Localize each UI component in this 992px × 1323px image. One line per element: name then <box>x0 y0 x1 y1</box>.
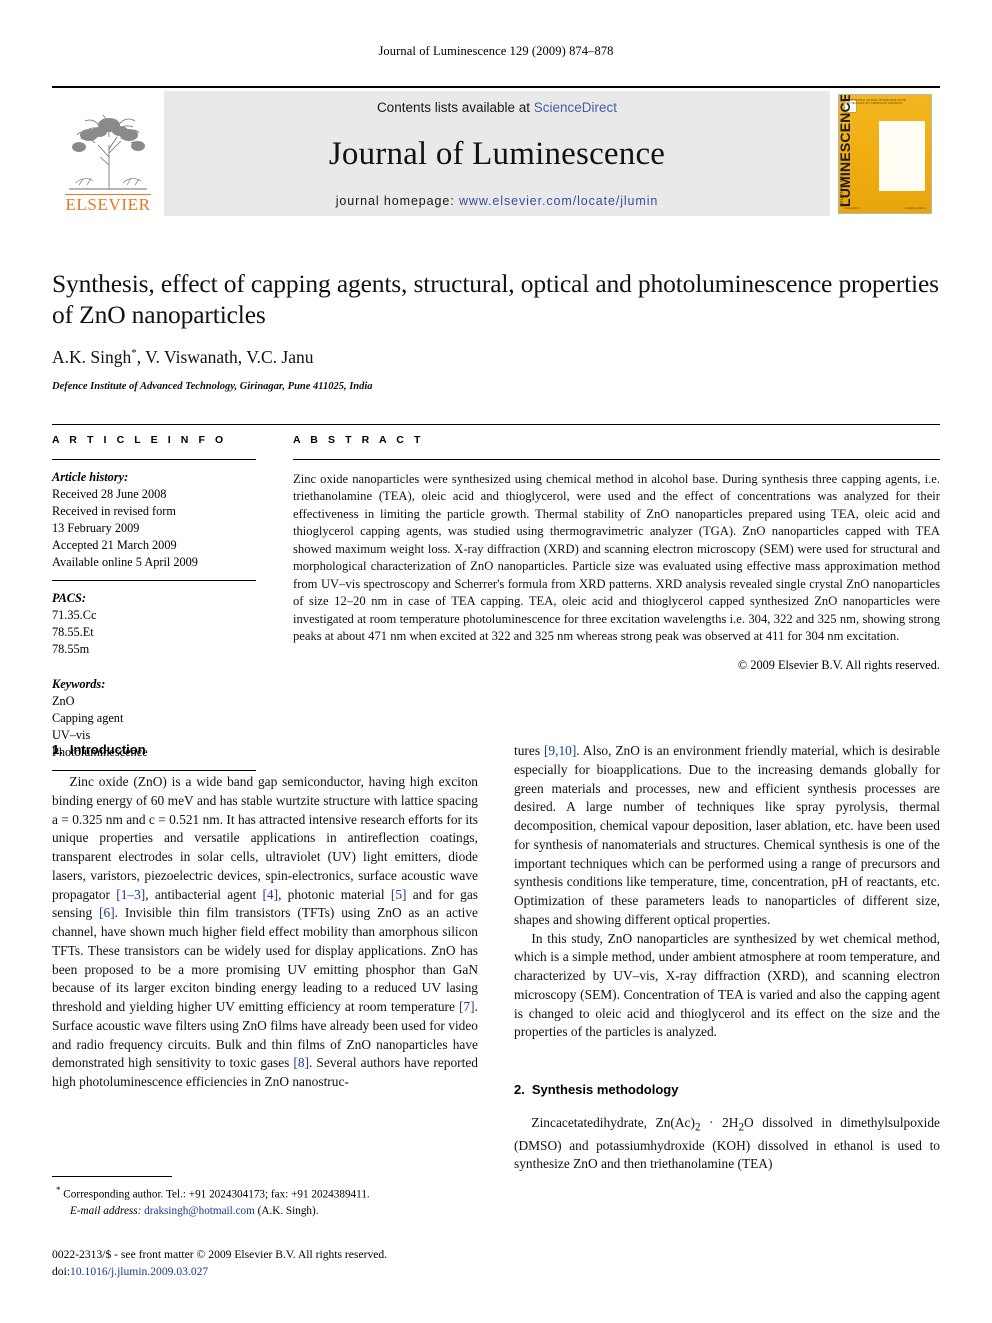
elsevier-tree-icon <box>69 114 147 190</box>
pacs-group: PACS: 71.35.Cc 78.55.Et 78.55m <box>52 581 256 658</box>
footnote-area: * Corresponding author. Tel.: +91 202430… <box>52 1176 478 1220</box>
email-note: E-mail address: draksingh@hotmail.com (A… <box>52 1204 478 1220</box>
footnote-rule <box>52 1176 172 1177</box>
citation-ref[interactable]: [7] <box>459 999 475 1014</box>
abstract-column: A B S T R A C T Zinc oxide nanoparticles… <box>280 425 940 771</box>
homepage-url-link[interactable]: www.elsevier.com/locate/jlumin <box>459 194 658 208</box>
paper-page: Journal of Luminescence 129 (2009) 874–8… <box>0 0 992 1323</box>
section-title: Synthesis methodology <box>531 1082 679 1098</box>
citation-ref[interactable]: [4] <box>262 887 278 902</box>
article-info-column: A R T I C L E I N F O Article history: R… <box>52 425 280 771</box>
article-history-group: Article history: Received 28 June 2008 R… <box>52 460 256 571</box>
pacs-item: 78.55.Et <box>52 624 94 639</box>
text-run: , photonic material <box>278 886 391 902</box>
email-label: E-mail address: <box>70 1204 142 1217</box>
paragraph-synthesis: Zincacetatedihydrate, Zn(Ac)2 · 2H2O dis… <box>514 1114 940 1174</box>
text-run: · 2H <box>700 1115 739 1131</box>
authors-remaining: , V. Viswanath, V.C. Janu <box>136 347 314 368</box>
elsevier-wordmark: ELSEVIER <box>65 194 151 215</box>
page-title: Synthesis, effect of capping agents, str… <box>52 269 939 330</box>
text-run: . Invisible thin film transistors (TFTs)… <box>52 905 479 1015</box>
section-number: 2. <box>514 1082 525 1098</box>
cover-image: INTERNATIONAL JOURNAL OF RESEARCH ON THE… <box>838 93 932 214</box>
abstract-label: A B S T R A C T <box>293 434 424 446</box>
article-history-label: Article history: <box>52 470 129 484</box>
doi-line: doi:10.1016/j.jlumin.2009.03.027 <box>52 1264 492 1281</box>
cover-vertical-subtitle: JOURNAL OF <box>839 174 844 207</box>
cover-bottom-left: ScienceDirect <box>844 206 860 210</box>
section-number: 1. <box>52 742 63 757</box>
paragraph-intro: Zinc oxide (ZnO) is a wide band gap semi… <box>52 773 478 1092</box>
corresponding-author-note: * Corresponding author. Tel.: +91 202430… <box>52 1184 478 1204</box>
email-link[interactable]: draksingh@hotmail.com <box>144 1205 255 1217</box>
article-info-label: A R T I C L E I N F O <box>52 434 227 446</box>
journal-masthead: ELSEVIER Contents lists available at Sci… <box>52 86 940 217</box>
doi-label: doi: <box>52 1264 71 1278</box>
paragraph-study-scope: In this study, ZnO nanoparticles are syn… <box>514 930 940 1040</box>
title-block: Synthesis, effect of capping agents, str… <box>52 268 940 392</box>
corresponding-text: Corresponding author. Tel.: +91 20243041… <box>63 1188 370 1201</box>
paragraph-intro-cont: tures [9,10]. Also, ZnO is an environmen… <box>514 742 940 930</box>
doi-link[interactable]: 10.1016/j.jlumin.2009.03.027 <box>70 1265 208 1278</box>
author-first: A.K. Singh <box>52 347 132 368</box>
pacs-label: PACS: <box>52 590 86 605</box>
contents-available-line: Contents lists available at ScienceDirec… <box>377 100 617 115</box>
pacs-item: 71.35.Cc <box>52 607 97 622</box>
imprint-block: 0022-2313/$ - see front matter © 2009 El… <box>52 1247 492 1281</box>
footnote-star-marker: * <box>56 1185 61 1195</box>
pacs-item: 78.55m <box>52 641 90 656</box>
info-abstract-band: A R T I C L E I N F O Article history: R… <box>52 424 940 771</box>
journal-title: Journal of Luminescence <box>328 136 666 172</box>
history-item: Accepted 21 March 2009 <box>52 537 177 552</box>
abstract-text: Zinc oxide nanoparticles were synthesize… <box>293 472 940 643</box>
history-item: Received 28 June 2008 <box>52 486 167 501</box>
keywords-label: Keywords: <box>52 676 106 691</box>
text-run: , antibacterial agent <box>145 886 263 902</box>
cover-bottom-right: Available online at <box>904 206 926 210</box>
history-item: Received in revised form <box>52 503 176 518</box>
text-run: Zincacetatedihydrate, Zn(Ac) <box>531 1115 695 1131</box>
citation-ref[interactable]: [5] <box>391 887 407 902</box>
cover-top-text: INTERNATIONAL JOURNAL OF RESEARCH ON THE… <box>845 98 907 105</box>
citation-ref[interactable]: [9,10] <box>544 743 576 758</box>
body-column-right: tures [9,10]. Also, ZnO is an environmen… <box>514 742 940 1171</box>
section-heading-introduction: 1. Introduction <box>52 742 478 757</box>
author-list: A.K. Singh*, V. Viswanath, V.C. Janu <box>52 347 940 368</box>
history-item: Available online 5 April 2009 <box>52 554 198 569</box>
elsevier-logo: ELSEVIER <box>52 91 164 216</box>
citation-ref[interactable]: [8] <box>293 1055 309 1070</box>
journal-cover-thumbnail: INTERNATIONAL JOURNAL OF RESEARCH ON THE… <box>830 91 940 216</box>
keyword-item: Capping agent <box>52 710 124 725</box>
citation-ref[interactable]: [6] <box>99 905 115 920</box>
body-columns: 1. Introduction Zinc oxide (ZnO) is a wid… <box>52 742 940 1171</box>
journal-homepage-line: journal homepage: www.elsevier.com/locat… <box>336 194 659 208</box>
copyright-line: © 2009 Elsevier B.V. All rights reserved… <box>737 658 940 673</box>
homepage-prefix: journal homepage: <box>335 194 459 208</box>
text-run: Zinc oxide (ZnO) is a wide band gap semi… <box>52 774 478 902</box>
contents-prefix: Contents lists available at <box>376 100 534 115</box>
keyword-item: ZnO <box>52 693 75 708</box>
running-head: Journal of Luminescence 129 (2009) 874–8… <box>378 44 614 58</box>
citation-ref[interactable]: [1–3] <box>116 887 145 902</box>
sciencedirect-link[interactable]: ScienceDirect <box>534 100 617 115</box>
section-heading-synthesis: 2. Synthesis methodology <box>514 1082 940 1097</box>
text-run: tures <box>514 743 544 758</box>
masthead-center: Contents lists available at ScienceDirec… <box>164 91 830 216</box>
section-title: Introduction <box>69 742 146 757</box>
issn-front-matter-line: 0022-2313/$ - see front matter © 2009 El… <box>52 1248 388 1261</box>
text-run: . Also, ZnO is an environment friendly m… <box>514 743 940 927</box>
cover-bottom-strip: ScienceDirect Available online at <box>844 207 926 210</box>
email-owner: (A.K. Singh). <box>257 1204 319 1217</box>
body-column-left: 1. Introduction Zinc oxide (ZnO) is a wid… <box>52 742 478 1162</box>
history-item: 13 February 2009 <box>52 520 140 535</box>
cover-white-panel <box>879 120 925 191</box>
affiliation: Defence Institute of Advanced Technology… <box>52 381 373 393</box>
